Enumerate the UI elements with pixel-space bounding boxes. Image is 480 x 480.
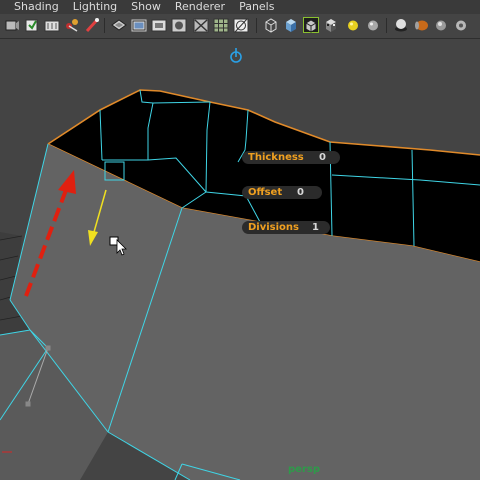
image-plane-icon[interactable] xyxy=(84,17,100,33)
scene-geometry xyxy=(0,39,480,480)
hud-offset-field[interactable]: Offset 0 xyxy=(242,186,322,199)
hud-thickness-field[interactable]: Thickness 0 xyxy=(242,151,340,164)
camera-attributes-icon[interactable] xyxy=(44,17,60,33)
pivot-point xyxy=(25,401,31,407)
shadows-icon[interactable] xyxy=(365,17,381,33)
motion-blur-icon[interactable] xyxy=(413,17,429,33)
wireframe-icon[interactable] xyxy=(263,17,279,33)
menu-panels[interactable]: Panels xyxy=(232,0,281,14)
panel-menu-bar: Shading Lighting Show Renderer Panels xyxy=(0,0,480,14)
bookmark-icon[interactable] xyxy=(64,17,80,33)
pivot-point xyxy=(45,345,51,351)
smooth-shade-icon[interactable] xyxy=(283,17,299,33)
xray-icon[interactable] xyxy=(233,17,249,33)
safe-action-icon[interactable] xyxy=(193,17,209,33)
toolbar-separator xyxy=(386,18,387,33)
depth-of-field-icon[interactable] xyxy=(453,17,469,33)
hud-divisions-value[interactable]: 1 xyxy=(312,222,319,233)
maya-viewport-window: Shading Lighting Show Renderer Panels Th… xyxy=(0,0,480,480)
wireframe-on-shaded-icon[interactable] xyxy=(303,17,319,33)
ambient-occlusion-icon[interactable] xyxy=(393,17,409,33)
resolution-gate-icon[interactable] xyxy=(131,17,147,33)
hud-divisions-field[interactable]: Divisions 1 xyxy=(242,221,330,234)
3d-viewport[interactable]: Thickness 0 Offset 0 Divisions 1 persp xyxy=(0,39,480,480)
hud-offset-label: Offset xyxy=(248,187,283,198)
hud-thickness-label: Thickness xyxy=(248,152,304,163)
menu-renderer[interactable]: Renderer xyxy=(168,0,232,14)
hud-divisions-label: Divisions xyxy=(248,222,299,233)
antialiasing-icon[interactable] xyxy=(433,17,449,33)
textured-icon[interactable] xyxy=(323,17,339,33)
lock-camera-icon[interactable] xyxy=(24,17,40,33)
grid-icon[interactable] xyxy=(213,17,229,33)
toolbar-separator xyxy=(256,18,257,33)
menu-show[interactable]: Show xyxy=(124,0,168,14)
panel-toolbar xyxy=(0,14,480,39)
menu-lighting[interactable]: Lighting xyxy=(66,0,124,14)
hud-offset-value[interactable]: 0 xyxy=(297,187,304,198)
hud-thickness-value[interactable]: 0 xyxy=(319,152,326,163)
select-camera-icon[interactable] xyxy=(4,17,20,33)
gate-mask-icon[interactable] xyxy=(151,17,167,33)
use-all-lights-icon[interactable] xyxy=(345,17,361,33)
camera-name-label: persp xyxy=(288,464,320,475)
film-gate-icon[interactable] xyxy=(111,17,127,33)
toolbar-separator xyxy=(104,18,105,33)
menu-shading[interactable]: Shading xyxy=(0,0,66,14)
field-chart-icon[interactable] xyxy=(171,17,187,33)
